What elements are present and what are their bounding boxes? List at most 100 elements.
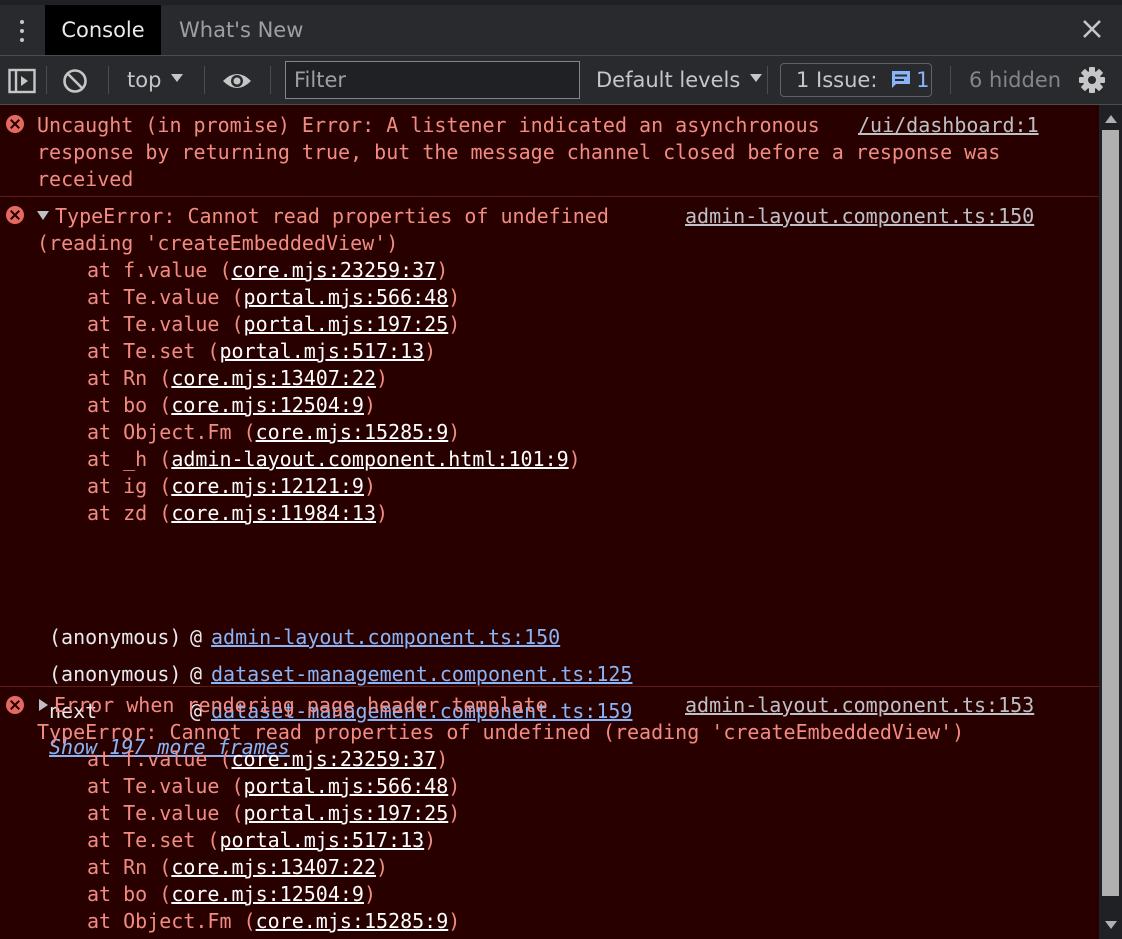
console-messages: Uncaught (in promise) Error: A listener … (0, 105, 1099, 939)
source-link[interactable]: admin-layout.component.ts:150 (685, 203, 1034, 230)
stack-line: at bo (core.mjs:12504:9) (87, 882, 377, 906)
stack-link[interactable]: portal.mjs:517:13 (219, 339, 424, 363)
live-expression-eye-icon[interactable] (221, 70, 253, 92)
stack-link[interactable]: portal.mjs:566:48 (244, 774, 449, 798)
stack-link[interactable]: portal.mjs:197:25 (244, 801, 449, 825)
context-selector[interactable]: top (127, 56, 184, 104)
error-icon (6, 206, 24, 224)
stack-line: at zd (core.mjs:11984:13) (87, 501, 389, 525)
frame-name: (anonymous) (49, 625, 182, 649)
stack-line: at Rn (core.mjs:13407:22) (87, 855, 389, 879)
expand-caret-icon[interactable] (37, 211, 49, 220)
stack-link[interactable]: core.mjs:23259:37 (232, 258, 437, 282)
dropdown-arrow-icon (750, 74, 763, 82)
filter-input[interactable] (285, 61, 580, 99)
stack-line: at Te.value (portal.mjs:197:25) (87, 312, 461, 336)
stack-line: at Rn (core.mjs:13407:22) (87, 366, 389, 390)
error-text-line[interactable]: Error when rendering page header templat… (37, 692, 548, 719)
expand-caret-icon[interactable] (39, 698, 48, 711)
sidebar-toggle-icon[interactable] (8, 68, 36, 94)
stack-link[interactable]: core.mjs:13407:22 (171, 855, 376, 879)
stack-line: at Object.Fm (core.mjs:15285:9) (87, 420, 461, 444)
error-text-line: TypeError: Cannot read properties of und… (37, 720, 965, 744)
frame-link[interactable]: dataset-management.component.ts:125 (211, 661, 632, 688)
stack-fn: at Te.value (87, 801, 220, 825)
scroll-down-arrow-icon[interactable] (1105, 921, 1117, 929)
stack-fn: at Te.value (87, 774, 220, 798)
toolbar-separator (270, 66, 271, 94)
tabbar-top-strip (0, 0, 1122, 5)
stack-link[interactable]: core.mjs:23259:37 (232, 747, 437, 771)
toolbar-separator (46, 66, 47, 94)
stack-link[interactable]: core.mjs:12121:9 (171, 474, 364, 498)
source-link[interactable]: /ui/dashboard:1 (858, 112, 1039, 139)
stack-fn: at Te.value (87, 285, 220, 309)
stack-fn: at Te.set (87, 339, 196, 363)
stack-link[interactable]: core.mjs:12504:9 (171, 882, 364, 906)
toolbar-separator (950, 66, 951, 94)
stack-link[interactable]: admin-layout.component.html:101:9 (171, 447, 568, 471)
toolbar-separator (108, 66, 109, 94)
stack-link[interactable]: portal.mjs:197:25 (244, 312, 449, 336)
console-scrollbar[interactable] (1099, 105, 1122, 939)
issues-label: 1 Issue: (796, 68, 878, 92)
issues-button[interactable]: 1 Issue: 1 (780, 63, 932, 97)
console-toolbar: top Default levels 1 Issue: 1 6 hidden (0, 56, 1122, 105)
stack-line: at Te.set (portal.mjs:517:13) (87, 828, 437, 852)
console-error-message[interactable]: TypeError: Cannot read properties of und… (0, 197, 1099, 759)
stack-line: at f.value (core.mjs:23259:37) (87, 258, 449, 282)
log-levels-label: Default levels (596, 68, 741, 92)
stack-line: at f.value (core.mjs:23259:37) (87, 747, 449, 771)
hidden-count: 6 hidden (969, 68, 1062, 92)
log-levels-dropdown[interactable]: Default levels (596, 56, 763, 104)
console-error-message[interactable]: Error when rendering page header templat… (0, 687, 1099, 939)
call-frame: (anonymous) @ admin-layout.component.ts:15… (49, 624, 560, 651)
error-text-line: response by returning true, but the mess… (37, 140, 1001, 164)
console-error-message[interactable]: Uncaught (in promise) Error: A listener … (0, 105, 1099, 197)
error-icon (6, 115, 24, 133)
call-frame: (anonymous) @ dataset-management.component… (49, 661, 632, 688)
more-options-icon[interactable] (12, 14, 32, 48)
stack-link[interactable]: portal.mjs:566:48 (244, 285, 449, 309)
stack-link[interactable]: core.mjs:12504:9 (171, 393, 364, 417)
stack-line: at Te.set (portal.mjs:517:13) (87, 339, 437, 363)
stack-link[interactable]: core.mjs:15285:9 (256, 420, 449, 444)
stack-link[interactable]: core.mjs:11984:13 (171, 501, 376, 525)
frame-at: @ (190, 625, 203, 649)
stack-link[interactable]: portal.mjs:517:13 (219, 828, 424, 852)
toolbar-separator (767, 66, 768, 94)
error-icon (6, 696, 24, 714)
devtools-tabbar: Console What's New (0, 0, 1122, 56)
error-text-line: received (37, 167, 134, 191)
context-label: top (127, 68, 162, 92)
stack-link[interactable]: core.mjs:13407:22 (171, 366, 376, 390)
stack-link[interactable]: core.mjs:15285:9 (256, 909, 449, 933)
stack-line: at bo (core.mjs:12504:9) (87, 393, 377, 417)
gear-icon[interactable] (1078, 66, 1106, 94)
frame-at: @ (190, 662, 203, 686)
clear-console-icon[interactable] (62, 68, 88, 94)
tab-whats-new[interactable]: What's New (179, 5, 303, 55)
issues-count: 1 (916, 68, 930, 92)
stack-line: at Object.Fm (core.mjs:15285:9) (87, 909, 461, 933)
stack-fn: at Te.set (87, 828, 196, 852)
scrollbar-thumb[interactable] (1102, 130, 1119, 896)
error-message: Error when rendering page header templat… (54, 693, 548, 717)
source-link[interactable]: admin-layout.component.ts:153 (685, 692, 1034, 719)
stack-line: at Te.value (portal.mjs:566:48) (87, 285, 461, 309)
stack-line: at Te.value (portal.mjs:197:25) (87, 801, 461, 825)
stack-fn: at f.value (87, 747, 208, 771)
close-icon[interactable] (1080, 16, 1104, 42)
error-text-line[interactable]: TypeError: Cannot read properties of und… (37, 203, 609, 230)
stack-fn: at Te.value (87, 312, 220, 336)
toolbar-separator (204, 66, 205, 94)
stack-fn: at Rn (87, 855, 148, 879)
scroll-up-arrow-icon[interactable] (1105, 115, 1117, 123)
stack-fn: at _h (87, 447, 148, 471)
tab-console[interactable]: Console (45, 5, 161, 55)
stack-fn: at Object.Fm (87, 420, 232, 444)
issue-message-icon (892, 71, 911, 88)
stack-line: at Te.value (portal.mjs:566:48) (87, 774, 461, 798)
stack-fn: at bo (87, 882, 148, 906)
frame-link[interactable]: admin-layout.component.ts:150 (211, 624, 560, 651)
